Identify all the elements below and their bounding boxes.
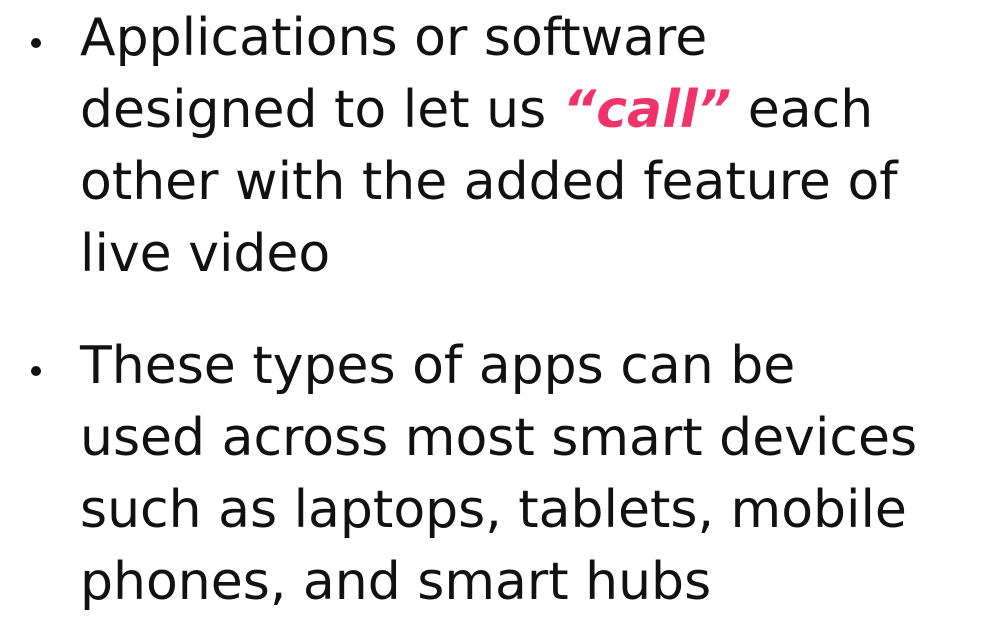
bullet-1-line-2-text: designed to let us (80, 80, 563, 140)
bullet-2-line-2: used across most smart devices (80, 408, 918, 468)
bullet-1-line-4: live video (80, 224, 331, 284)
call-emphasis: “call” (562, 80, 732, 140)
bullet-dot (31, 38, 41, 48)
bullet-1-line-3: other with the added feature of (80, 152, 898, 212)
bullet-2-line-1: These types of apps can be (80, 336, 796, 396)
slide: Applications or software designed to let… (0, 0, 1004, 628)
bullet-1-line-1: Applications or software (80, 8, 708, 68)
bullet-2-line-4: phones, and smart hubs (80, 552, 712, 612)
bullet-1-line-2: designed to let us “call” each (80, 76, 873, 144)
bullet-1-line-2-tail: each (731, 80, 874, 140)
bullet-dot (31, 366, 41, 376)
bullet-2-line-3: such as laptops, tablets, mobile (80, 480, 907, 540)
